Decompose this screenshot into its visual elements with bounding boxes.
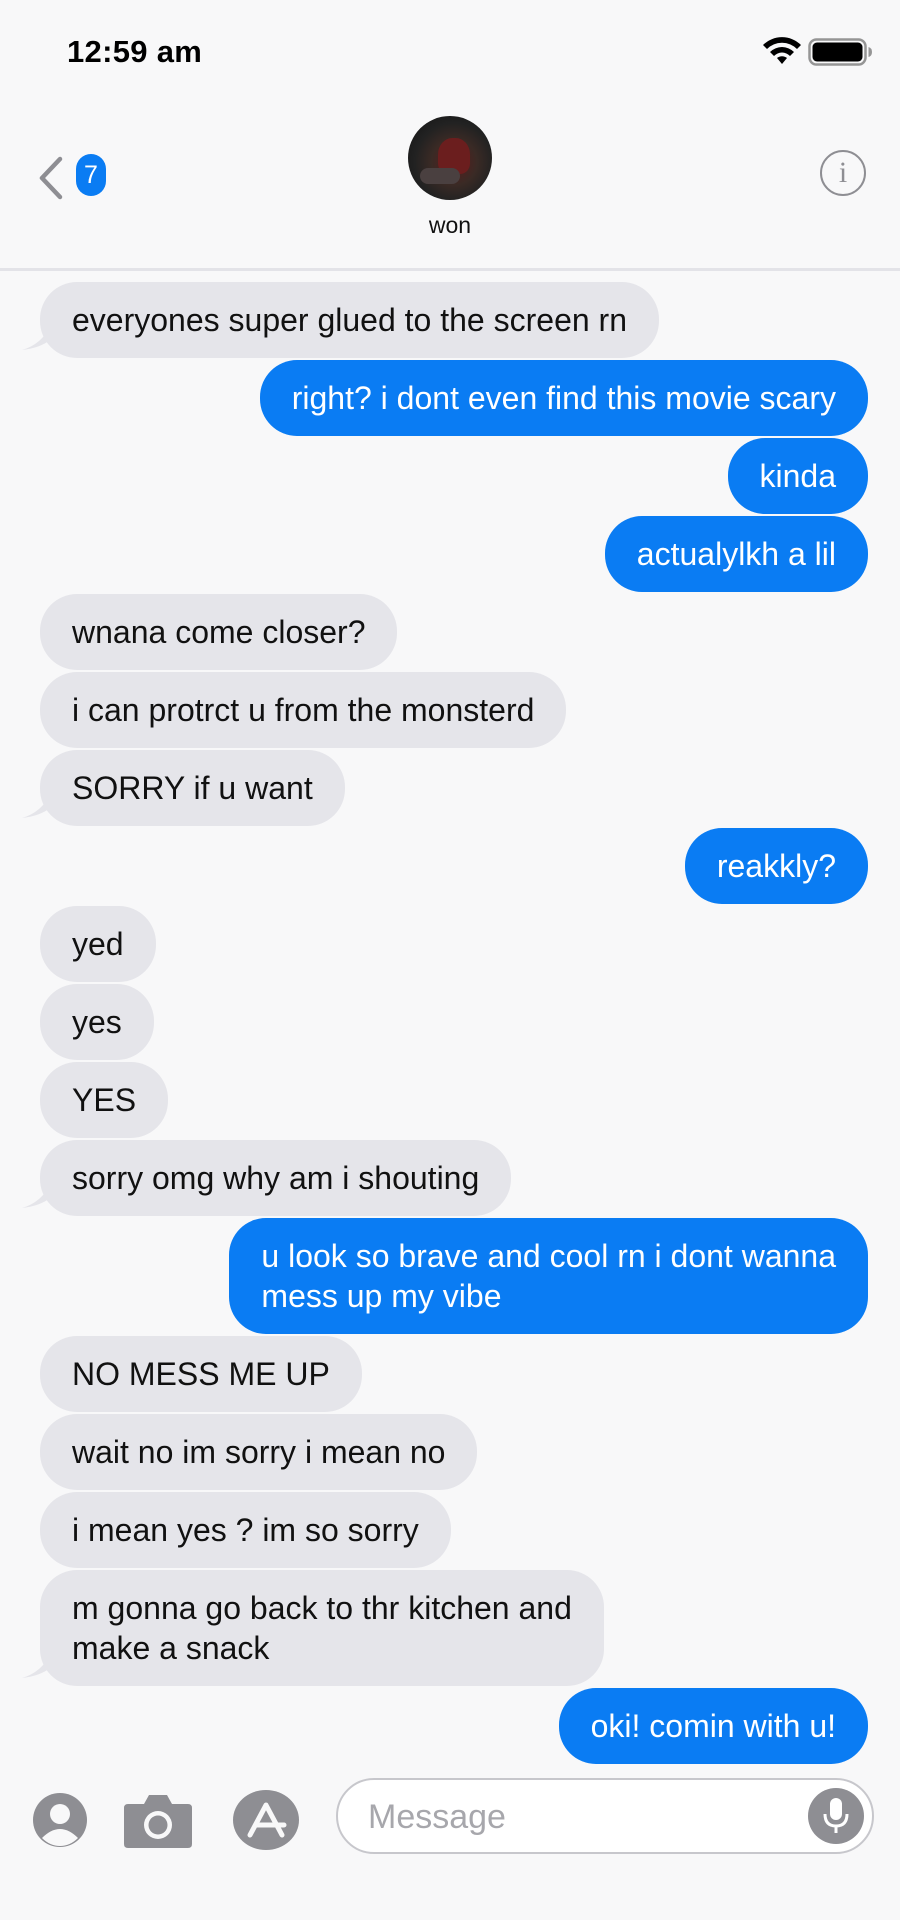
bubble-tail — [22, 794, 50, 818]
battery-icon — [808, 38, 872, 66]
message-bubble-received[interactable]: NO MESS ME UP — [40, 1336, 362, 1412]
app-store-icon[interactable] — [232, 1787, 304, 1853]
message-bubble-received[interactable]: m gonna go back to thr kitchen and make … — [40, 1570, 604, 1686]
message-field[interactable] — [336, 1778, 874, 1854]
message-text: oki! comin with u! — [590, 1708, 836, 1744]
message-bubble-received[interactable]: i mean yes ? im so sorry — [40, 1492, 451, 1568]
bubble-tail — [22, 326, 50, 350]
message-bubble-sent[interactable]: oki! comin with u! — [558, 1688, 868, 1764]
bubble-tail — [22, 1184, 50, 1208]
message-bubble-received[interactable]: wnana come closer? — [40, 594, 398, 670]
message-bubble-sent[interactable]: actualylkh a lil — [604, 516, 868, 592]
camera-icon[interactable] — [122, 1790, 194, 1850]
messages-screen: 12:59 am 7 won i everyones super glued t… — [0, 0, 900, 1920]
back-button[interactable]: 7 — [36, 148, 120, 208]
message-text: wnana come closer? — [72, 614, 366, 650]
message-bubble-received[interactable]: yes — [40, 984, 154, 1060]
chevron-left-icon — [39, 156, 63, 200]
message-bubble-sent[interactable]: kinda — [727, 438, 868, 514]
message-text: right? i dont even find this movie scary — [291, 380, 836, 416]
apps-icon[interactable] — [32, 1792, 88, 1848]
message-bubble-received[interactable]: sorry omg why am i shouting — [40, 1140, 512, 1216]
message-bubble-sent[interactable]: reakkly? — [684, 828, 868, 904]
unread-count-badge: 7 — [76, 154, 106, 196]
message-text: actualylkh a lil — [636, 536, 836, 572]
message-input[interactable] — [368, 1796, 788, 1838]
message-bubble-received[interactable]: everyones super glued to the screen rn — [40, 282, 659, 358]
status-time: 12:59 am — [67, 34, 203, 69]
message-bubble-received[interactable]: SORRY if u want — [40, 750, 345, 826]
message-text: everyones super glued to the screen rn — [72, 302, 627, 338]
wifi-icon — [763, 37, 801, 64]
message-bubble-received[interactable]: i can protrct u from the monsterd — [40, 672, 567, 748]
message-bubble-received[interactable]: wait no im sorry i mean no — [40, 1414, 478, 1490]
message-text: yes — [72, 1004, 122, 1040]
message-text: i can protrct u from the monsterd — [72, 692, 535, 728]
message-bubble-sent[interactable]: u look so brave and cool rn i dont wanna… — [229, 1218, 868, 1334]
message-text: wait no im sorry i mean no — [72, 1434, 446, 1470]
bubble-tail — [22, 1654, 50, 1678]
conversation-header: 7 won i — [0, 100, 900, 271]
microphone-icon — [823, 1798, 849, 1833]
contact-name[interactable]: won — [0, 212, 900, 239]
info-icon: i — [838, 156, 848, 189]
message-text: NO MESS ME UP — [72, 1356, 330, 1392]
message-text: YES — [72, 1082, 137, 1118]
info-button[interactable]: i — [820, 150, 866, 196]
message-text: i mean yes ? im so sorry — [72, 1512, 419, 1548]
message-text: make a snack — [72, 1630, 270, 1666]
message-text: SORRY if u want — [72, 770, 313, 806]
message-text: reakkly? — [716, 848, 836, 884]
microphone-button[interactable] — [808, 1788, 864, 1844]
status-bar: 12:59 am — [0, 0, 900, 100]
message-text: yed — [72, 926, 124, 962]
contact-avatar[interactable] — [408, 116, 492, 200]
message-text: u look so brave and cool rn i dont wanna — [261, 1238, 836, 1274]
avatar-photo-detail — [420, 168, 460, 184]
message-bubble-sent[interactable]: right? i dont even find this movie scary — [259, 360, 868, 436]
message-text: kinda — [759, 458, 837, 494]
message-text: mess up my vibe — [261, 1278, 502, 1314]
header-divider — [0, 268, 900, 271]
message-bubble-received[interactable]: YES — [40, 1062, 169, 1138]
message-text: sorry omg why am i shouting — [72, 1160, 480, 1196]
message-text: m gonna go back to thr kitchen and — [72, 1590, 572, 1626]
message-bubble-received[interactable]: yed — [40, 906, 156, 982]
